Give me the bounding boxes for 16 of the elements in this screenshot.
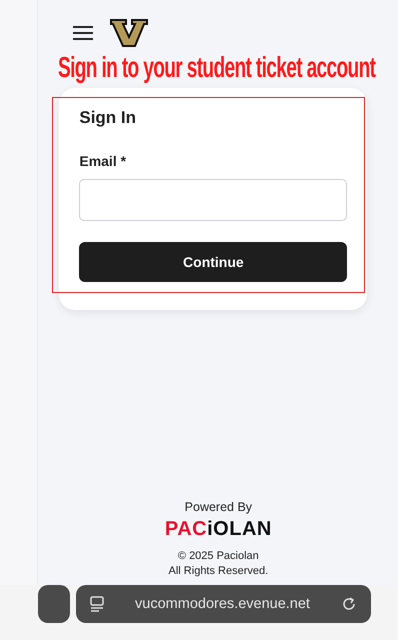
powered-by-text: Powered By	[184, 500, 252, 514]
annotation-text: Sign in to your student ticket account	[58, 51, 376, 86]
field-label: Email *	[79, 153, 128, 169]
address-bar[interactable]: vucommodores.evenue.net	[76, 585, 371, 623]
copyright-text: © 2025 Paciolan	[178, 549, 259, 564]
paciolan-logo: PACiOLAN	[164, 518, 272, 541]
card-title: Sign In	[79, 108, 138, 128]
page-menu-icon[interactable]	[90, 596, 104, 612]
menu-icon[interactable]	[73, 26, 94, 40]
url-text: vucommodores.evenue.net	[135, 596, 310, 612]
email-field[interactable]	[79, 179, 348, 221]
rights-text: All Rights Reserved.	[168, 564, 268, 579]
tab-pill[interactable]	[38, 585, 70, 623]
continue-button[interactable]: Continue	[79, 242, 348, 282]
reload-icon[interactable]	[341, 596, 357, 612]
v-logo-icon[interactable]	[110, 19, 148, 47]
